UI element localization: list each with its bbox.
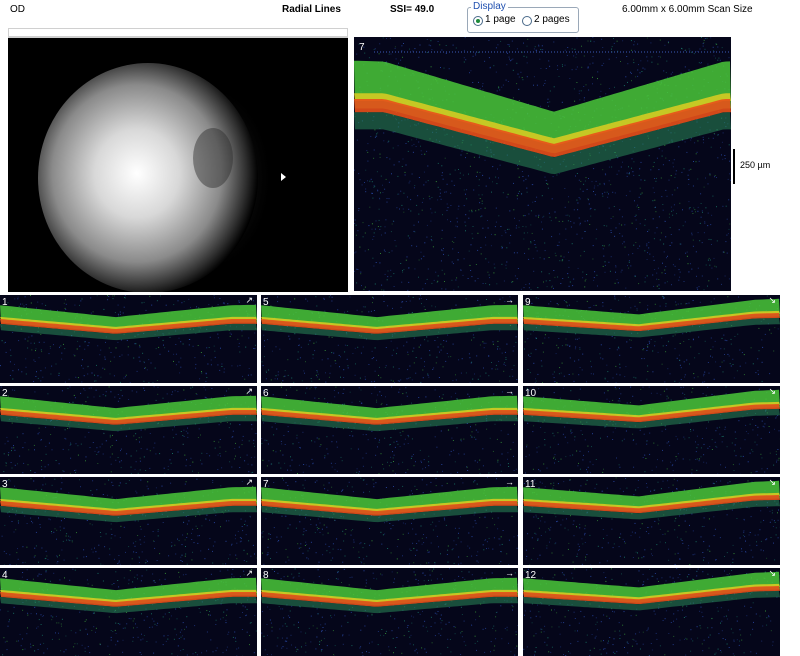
main-scan-svg bbox=[354, 37, 731, 291]
thumbnail-svg bbox=[261, 568, 518, 656]
direction-arrow-icon: ↗ bbox=[245, 386, 253, 396]
oct-thumbnail[interactable]: 7 → bbox=[261, 477, 518, 565]
direction-arrow-icon: ↘ bbox=[768, 568, 776, 578]
thumbnail-svg bbox=[523, 477, 780, 565]
display-legend: Display bbox=[471, 1, 508, 12]
scale-bar-label: 250 µm bbox=[740, 160, 771, 170]
oct-thumbnail[interactable]: 9 ↘ bbox=[523, 295, 780, 383]
scale-bar bbox=[733, 149, 735, 184]
oct-thumbnail[interactable]: 10 ↘ bbox=[523, 386, 780, 474]
thumbnail-svg bbox=[261, 477, 518, 565]
thumbnail-svg bbox=[0, 477, 257, 565]
fundus-title-strip bbox=[8, 28, 348, 37]
thumbnail-svg bbox=[523, 568, 780, 656]
thumbnail-svg bbox=[523, 295, 780, 383]
direction-arrow-icon: ↗ bbox=[245, 477, 253, 487]
direction-arrow-icon: → bbox=[505, 295, 514, 305]
main-oct-scan: 7 bbox=[354, 37, 731, 291]
oct-thumbnail[interactable]: 6 → bbox=[261, 386, 518, 474]
thumbnail-number: 5 bbox=[263, 297, 269, 308]
thumbnail-svg bbox=[261, 386, 518, 474]
direction-arrow-icon: ↗ bbox=[245, 295, 253, 305]
oct-thumbnail[interactable]: 5 → bbox=[261, 295, 518, 383]
scan-type-label: Radial Lines bbox=[282, 4, 341, 15]
thumbnail-number: 11 bbox=[525, 479, 536, 490]
thumbnail-number: 2 bbox=[2, 388, 8, 399]
direction-arrow-icon: ↘ bbox=[768, 477, 776, 487]
direction-arrow-icon: → bbox=[505, 477, 514, 487]
thumbnail-number: 8 bbox=[263, 570, 269, 581]
direction-arrow-icon: → bbox=[505, 568, 514, 578]
thumbnail-number: 3 bbox=[2, 479, 8, 490]
radio-2-pages-label[interactable]: 2 pages bbox=[534, 14, 570, 25]
eye-label: OD bbox=[10, 4, 25, 15]
thumbnail-svg bbox=[523, 386, 780, 474]
ssi-label: SSI= 49.0 bbox=[390, 4, 435, 15]
oct-thumbnail[interactable]: 12 ↘ bbox=[523, 568, 780, 656]
oct-thumbnail[interactable]: 3 ↗ bbox=[0, 477, 257, 565]
thumbnail-svg bbox=[0, 295, 257, 383]
direction-arrow-icon: ↗ bbox=[245, 568, 253, 578]
thumbnail-number: 9 bbox=[525, 297, 531, 308]
oct-thumbnail[interactable]: 1 ↗ bbox=[0, 295, 257, 383]
thumbnail-number: 12 bbox=[525, 570, 537, 581]
direction-arrow-icon: → bbox=[505, 386, 514, 396]
thumbnail-number: 10 bbox=[525, 388, 537, 399]
radio-2-pages[interactable] bbox=[522, 16, 532, 26]
oct-thumbnail[interactable]: 11 ↘ bbox=[523, 477, 780, 565]
scan-size-label: 6.00mm x 6.00mm Scan Size bbox=[622, 4, 753, 15]
thumbnail-number: 4 bbox=[2, 570, 8, 581]
oct-thumbnail[interactable]: 2 ↗ bbox=[0, 386, 257, 474]
thumbnail-svg bbox=[0, 386, 257, 474]
fundus-image bbox=[8, 37, 348, 292]
oct-thumbnail[interactable]: 8 → bbox=[261, 568, 518, 656]
thumbnail-number: 6 bbox=[263, 388, 269, 399]
thumbnail-number: 1 bbox=[2, 297, 8, 308]
thumbnail-svg bbox=[0, 568, 257, 656]
main-scan-number: 7 bbox=[359, 42, 365, 53]
oct-thumbnail[interactable]: 4 ↗ bbox=[0, 568, 257, 656]
direction-arrow-icon: ↘ bbox=[768, 386, 776, 396]
direction-arrow-icon: ↘ bbox=[768, 295, 776, 305]
fundus-svg bbox=[38, 63, 286, 292]
radio-1-page-label[interactable]: 1 page bbox=[485, 14, 516, 25]
thumbnail-svg bbox=[261, 295, 518, 383]
radio-1-page[interactable] bbox=[473, 16, 483, 26]
thumbnail-number: 7 bbox=[263, 479, 269, 490]
